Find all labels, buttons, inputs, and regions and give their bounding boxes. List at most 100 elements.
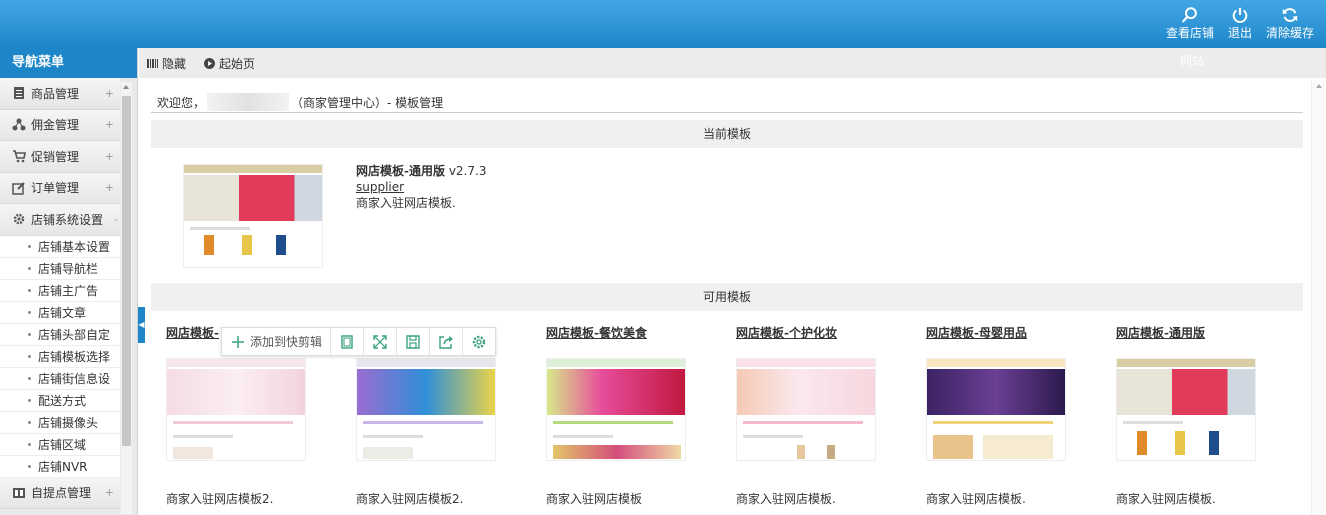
store-settings-submenu: 店铺基本设置 店铺导航栏 店铺主广告 店铺文章 店铺头部自定 店铺模板选择 店铺… <box>0 235 120 478</box>
floating-clip-toolbar: 添加到快剪辑 <box>221 327 497 356</box>
expand-icon: + <box>104 149 114 163</box>
submenu-item[interactable]: 店铺NVR <box>0 455 120 478</box>
submenu-item[interactable]: 店铺文章 <box>0 301 120 324</box>
template-desc: 商家入驻网店模板2. <box>356 492 464 506</box>
template-card-4[interactable]: 网店模板-个护化妆 商家入驻网店模板. <box>736 324 886 506</box>
top-sub-label: 网站 <box>1180 54 1205 68</box>
add-to-clip-button[interactable]: 添加到快剪辑 <box>222 328 332 355</box>
template-card-5[interactable]: 网店模板-母婴用品 商家入驻网店模板. <box>926 324 1076 506</box>
menu-group-label: 自提点管理 <box>31 486 92 501</box>
template-name-link[interactable]: 网店模板-通用版 <box>1116 324 1266 342</box>
menu-group-label: 商品管理 <box>31 86 80 101</box>
table-icon <box>13 487 25 498</box>
menu-group-orders[interactable]: 订单管理 + <box>0 172 120 204</box>
menu-group-goods[interactable]: 商品管理 + <box>0 78 120 110</box>
template-desc: 商家入驻网店模板. <box>926 492 1026 506</box>
template-name-link[interactable]: 网店模板-餐饮美食 <box>546 324 696 342</box>
expand-icon: + <box>104 86 114 100</box>
template-thumbnail[interactable] <box>166 358 306 461</box>
settings-button[interactable] <box>463 328 495 355</box>
current-template-desc: 商家入驻网店模板. <box>356 196 456 210</box>
home-page-button[interactable]: 起始页 <box>204 55 255 72</box>
menu-group-label: 店铺系统设置 <box>31 212 104 227</box>
share-icon <box>12 118 26 131</box>
author-link[interactable]: supplier <box>356 180 404 194</box>
logout-button[interactable]: 退出 <box>1228 6 1252 40</box>
play-circle-icon <box>204 57 216 69</box>
template-thumbnail[interactable] <box>926 358 1066 461</box>
submenu-label: 店铺模板选择 <box>38 349 111 364</box>
submenu-item[interactable]: 店铺导航栏 <box>0 257 120 280</box>
current-template-header: 当前模板 <box>151 120 1303 148</box>
submenu-item[interactable]: 店铺摄像头 <box>0 411 120 434</box>
cart-icon <box>13 150 26 163</box>
submenu-item[interactable]: 配送方式 <box>0 389 120 412</box>
submenu-item[interactable]: 店铺模板选择 <box>0 345 120 368</box>
submenu-item[interactable]: 店铺区域 <box>0 433 120 456</box>
menu-group-pickup[interactable]: 自提点管理 + <box>0 477 120 509</box>
save-button[interactable] <box>397 328 431 355</box>
expand-icon <box>373 334 387 349</box>
top-bar: 查看店铺 退出 清除缓存 <box>0 0 1326 48</box>
main-panel: 欢迎您， （商家管理中心）- 模板管理 当前模板 网店模板-通用版 v2.7.3… <box>151 86 1311 515</box>
current-template-info: 网店模板-通用版 v2.7.3 supplier 商家入驻网店模板. <box>356 163 486 211</box>
submenu-item[interactable]: 店铺主广告 <box>0 279 120 302</box>
barcode-icon <box>147 58 158 68</box>
thumbnail-preview <box>926 358 1066 461</box>
document-icon <box>14 87 24 100</box>
submenu-item[interactable]: 店铺基本设置 <box>0 235 120 258</box>
submenu-label: 店铺摄像头 <box>38 415 99 430</box>
current-template-version: v2.7.3 <box>448 164 487 178</box>
template-thumbnail[interactable] <box>356 358 496 461</box>
menu-group-commission[interactable]: 佣金管理 + <box>0 109 120 141</box>
clip-page-button[interactable] <box>331 328 365 355</box>
submenu-label: 配送方式 <box>38 393 87 408</box>
thumbnail-preview <box>736 358 876 461</box>
template-desc: 商家入驻网店模板 <box>546 492 643 506</box>
template-desc: 商家入驻网店模板. <box>1116 492 1216 506</box>
edit-icon <box>12 182 25 195</box>
fullscreen-button[interactable] <box>364 328 398 355</box>
share-out-icon <box>439 335 454 349</box>
save-icon <box>406 334 420 349</box>
submenu-item[interactable]: 店铺街信息设 <box>0 367 120 390</box>
sidebar-collapse-handle[interactable]: ◀ <box>138 307 145 343</box>
template-name-link[interactable]: 网店模板-母婴用品 <box>926 324 1076 342</box>
logout-label: 退出 <box>1227 26 1252 40</box>
available-templates-header: 可用模板 <box>151 283 1303 311</box>
submenu-label: 店铺NVR <box>38 459 88 474</box>
share-button[interactable] <box>430 328 464 355</box>
scroll-up-icon[interactable] <box>123 85 129 89</box>
template-thumbnail[interactable] <box>736 358 876 461</box>
thumbnail-preview <box>166 358 306 461</box>
refresh-icon <box>1282 8 1298 22</box>
plus-icon <box>232 335 244 348</box>
submenu-label: 店铺基本设置 <box>38 239 111 254</box>
current-template-name: 网店模板-通用版 <box>356 164 445 178</box>
collapse-icon: - <box>114 212 118 226</box>
sidebar-menu: 商品管理 + 佣金管理 + 促销管理 + 订单管理 + 店铺系统设置 - 店铺基… <box>0 78 120 509</box>
template-desc: 商家入驻网店模板. <box>736 492 836 506</box>
template-card-3[interactable]: 网店模板-餐饮美食 商家入驻网店模板 <box>546 324 696 506</box>
submenu-item[interactable]: 店铺头部自定 <box>0 323 120 346</box>
template-name-link[interactable]: 网店模板-个护化妆 <box>736 324 886 342</box>
top-actions: 查看店铺 退出 清除缓存 <box>1166 6 1314 40</box>
submenu-label: 店铺街信息设 <box>38 371 111 386</box>
clear-cache-button[interactable]: 清除缓存 <box>1266 6 1314 40</box>
divider <box>151 112 1303 113</box>
menu-group-store-settings[interactable]: 店铺系统设置 - <box>0 204 120 236</box>
template-thumbnail[interactable] <box>1116 358 1256 461</box>
content-toolbar: 隐藏 起始页 <box>139 48 1326 78</box>
scrollbar-thumb[interactable] <box>122 96 131 446</box>
search-icon <box>1182 7 1197 23</box>
sidebar-title: 导航菜单 <box>0 48 137 78</box>
sidebar-scrollbar[interactable] <box>121 82 132 514</box>
template-card-6[interactable]: 网店模板-通用版 商家入驻网店模板. <box>1116 324 1266 506</box>
hide-button[interactable]: 隐藏 <box>147 55 186 72</box>
submenu-label: 店铺文章 <box>38 305 87 320</box>
menu-group-label: 订单管理 <box>31 181 80 196</box>
template-thumbnail[interactable] <box>546 358 686 461</box>
menu-group-promotion[interactable]: 促销管理 + <box>0 141 120 173</box>
content-scrollbar[interactable] <box>1311 80 1326 515</box>
view-store-button[interactable]: 查看店铺 <box>1166 6 1214 40</box>
